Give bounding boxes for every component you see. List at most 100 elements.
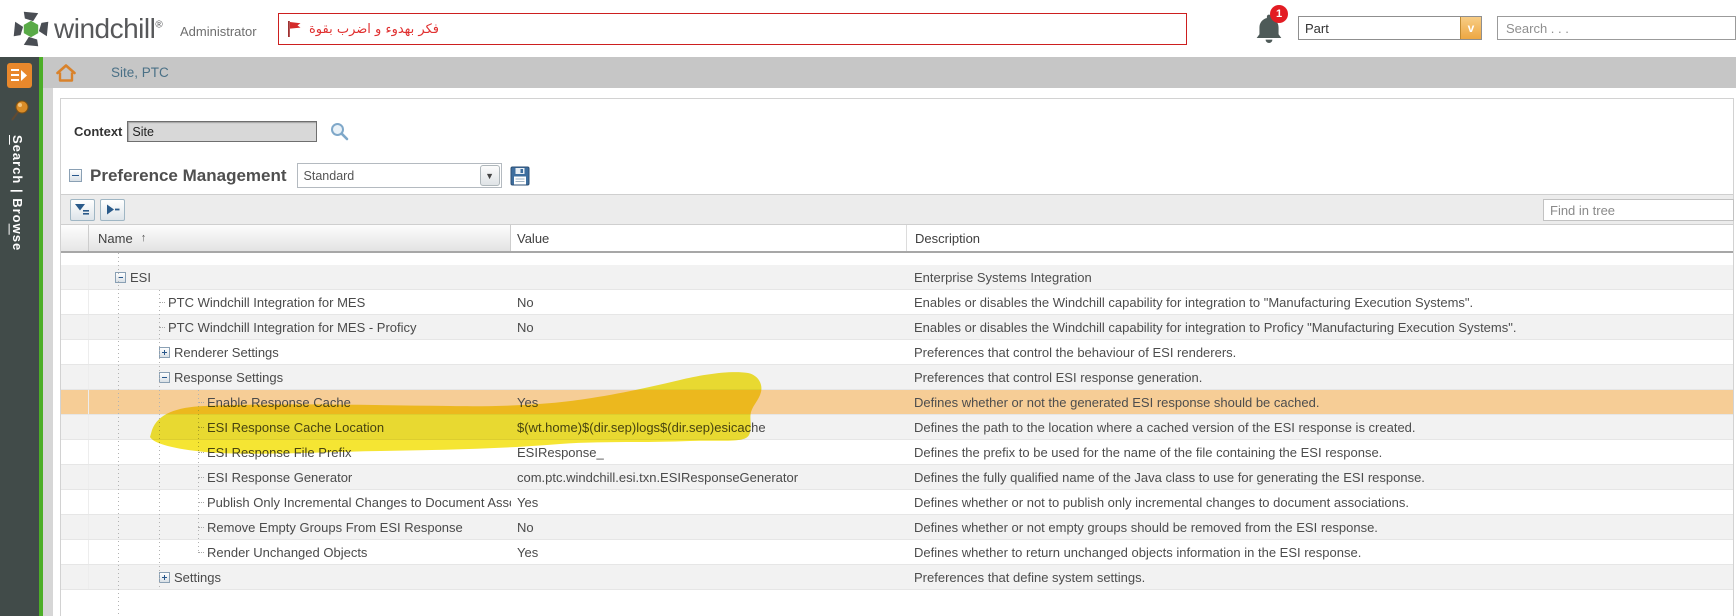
table-row[interactable]: Remove Empty Groups From ESI Response No D… [61,515,1733,540]
preference-description-cell: Preferences that control ESI response ge… [914,369,1203,385]
row-selector-cell[interactable] [61,440,89,464]
table-row[interactable]: Response Settings Preferences that contro… [61,365,1733,390]
row-selector-cell[interactable] [61,565,89,589]
row-selector-cell[interactable] [61,365,89,389]
table-toolbar [61,194,1734,225]
preference-name-label: ESI Response File Prefix [207,444,352,460]
tree-connector [198,451,204,453]
table-row[interactable]: Publish Only Incremental Changes to Docu… [61,490,1733,515]
row-selector-cell[interactable] [61,515,89,539]
row-selector-cell[interactable] [61,540,89,564]
preference-name-cell: Settings [89,565,511,589]
preference-name-label: Settings [174,569,221,585]
preference-management-header: Preference Management Standard ▼ [69,163,530,188]
home-icon[interactable] [55,63,77,83]
preference-description-cell: Defines whether to return unchanged obje… [914,544,1362,560]
tree-connector [159,301,165,303]
global-search-input[interactable] [1497,16,1736,40]
table-row[interactable]: PTC Windchill Integration for MES - Prof… [61,315,1733,340]
column-header-description: Description [906,225,1733,251]
sidebar-search-browse-tab[interactable]: Search | Browse [10,135,25,251]
row-selector-cell[interactable] [61,390,89,414]
preference-value-cell: Yes [517,494,539,510]
row-selector-cell[interactable] [61,290,89,314]
preference-name-label: PTC Windchill Integration for MES - Prof… [168,319,417,335]
tree-connector [198,526,204,528]
table-body: ESI Enterprise Systems Integration PTC Win… [61,253,1733,616]
table-row[interactable]: PTC Windchill Integration for MES No Enabl… [61,290,1733,315]
row-selector-cell[interactable] [61,490,89,514]
table-row[interactable]: ESI Response Cache Location $(wt.home)$(d… [61,415,1733,440]
preference-name-cell: ESI [89,265,511,289]
context-input[interactable] [127,121,318,142]
preference-description-cell: Preferences that define system settings. [914,569,1146,585]
table-row[interactable]: ESI Enterprise Systems Integration [61,265,1733,290]
preference-name-cell: PTC Windchill Integration for MES - Prof… [89,315,511,339]
content-panel: Context Preference Management Standard ▼ [60,98,1734,616]
windchill-app: windchill® Administrator فكر بهدوء و اضر… [0,0,1736,616]
search-type-dropdown[interactable]: Part v [1298,16,1482,40]
preference-description-cell: Defines whether or not the generated ESI… [914,394,1320,410]
row-selector-cell[interactable] [61,465,89,489]
collapse-node-icon[interactable] [115,271,126,283]
preference-value-cell: ESIResponse_ [517,444,604,460]
tree-connector [198,426,204,428]
collapse-node-icon[interactable] [159,371,170,383]
column-header-value: Value [517,230,550,246]
table-row[interactable]: ESI Response Generator com.ptc.windchill.… [61,465,1733,490]
preference-name-cell: Remove Empty Groups From ESI Response [89,515,511,539]
view-dropdown[interactable]: Standard ▼ [296,163,502,188]
find-in-tree-input[interactable] [1543,199,1734,221]
expand-node-icon[interactable] [159,346,170,358]
logo-wordmark: windchill® [54,13,163,44]
expand-collapse-button[interactable] [100,198,125,221]
user-name-label: Administrator [180,24,257,39]
preference-name-cell: Enable Response Cache [89,390,511,414]
navigator-expand-icon[interactable] [7,63,32,88]
chevron-down-icon[interactable]: ▼ [479,165,500,186]
save-view-icon[interactable] [510,166,530,186]
preference-name-label: Enable Response Cache [207,394,351,410]
table-row[interactable]: Settings Preferences that define system s… [61,565,1733,590]
preference-value-cell: $(wt.home)$(dir.sep)logs$(dir.sep)esicac… [517,419,766,435]
pin-icon[interactable] [9,99,31,123]
preference-name-cell: ESI Response Generator [89,465,511,489]
context-search-icon[interactable] [329,121,350,142]
table-row[interactable]: Enable Response Cache Yes Defines whether … [61,390,1733,415]
preference-name-label: Publish Only Incremental Changes to Docu… [207,494,511,510]
preference-value-cell [511,565,906,589]
table-row[interactable]: ESI Response File Prefix ESIResponse_ Defi… [61,440,1733,465]
context-row: Context [74,121,350,142]
chevron-down-icon[interactable]: v [1460,17,1481,39]
scrolled-partial-row [61,253,1733,265]
preference-name-label: Remove Empty Groups From ESI Response [207,519,463,535]
table-row[interactable]: Render Unchanged Objects Yes Defines wheth… [61,540,1733,565]
preference-name-cell: PTC Windchill Integration for MES [89,290,511,314]
preference-name-cell: Render Unchanged Objects [89,540,511,564]
filter-view-button[interactable] [70,198,95,221]
preference-name-cell: Publish Only Incremental Changes to Docu… [89,490,511,514]
preference-description-cell: Defines whether or not to publish only i… [914,494,1410,510]
row-selector-cell[interactable] [61,415,89,439]
expand-node-icon[interactable] [159,571,170,583]
preference-description-cell: Defines the path to the location where a… [914,419,1416,435]
table-row[interactable]: Renderer Settings Preferences that contro… [61,340,1733,365]
tree-connector [198,551,204,553]
message-banner: فكر بهدوء و اضرب بقوة [278,13,1187,45]
preference-description-cell: Enables or disables the Windchill capabi… [914,319,1517,335]
preference-description-cell: Enables or disables the Windchill capabi… [914,294,1474,310]
notification-count-badge[interactable]: 1 [1270,5,1288,23]
row-selector-cell[interactable] [61,265,89,289]
preference-name-label: PTC Windchill Integration for MES [168,294,366,310]
preference-name-label: ESI Response Cache Location [207,419,385,435]
row-selector-cell[interactable] [61,315,89,339]
preference-name-cell: ESI Response File Prefix [89,440,511,464]
breadcrumb[interactable]: Site, PTC [111,65,169,80]
column-header-name[interactable]: Name ↑ [89,225,511,251]
preference-description-cell: Defines the prefix to be used for the na… [914,444,1383,460]
row-selector-cell[interactable] [61,340,89,364]
preference-description-cell: Defines whether or not empty groups shou… [914,519,1378,535]
collapse-section-icon[interactable] [69,169,82,182]
preference-value-cell [511,265,906,289]
page-title: Preference Management [90,165,287,185]
